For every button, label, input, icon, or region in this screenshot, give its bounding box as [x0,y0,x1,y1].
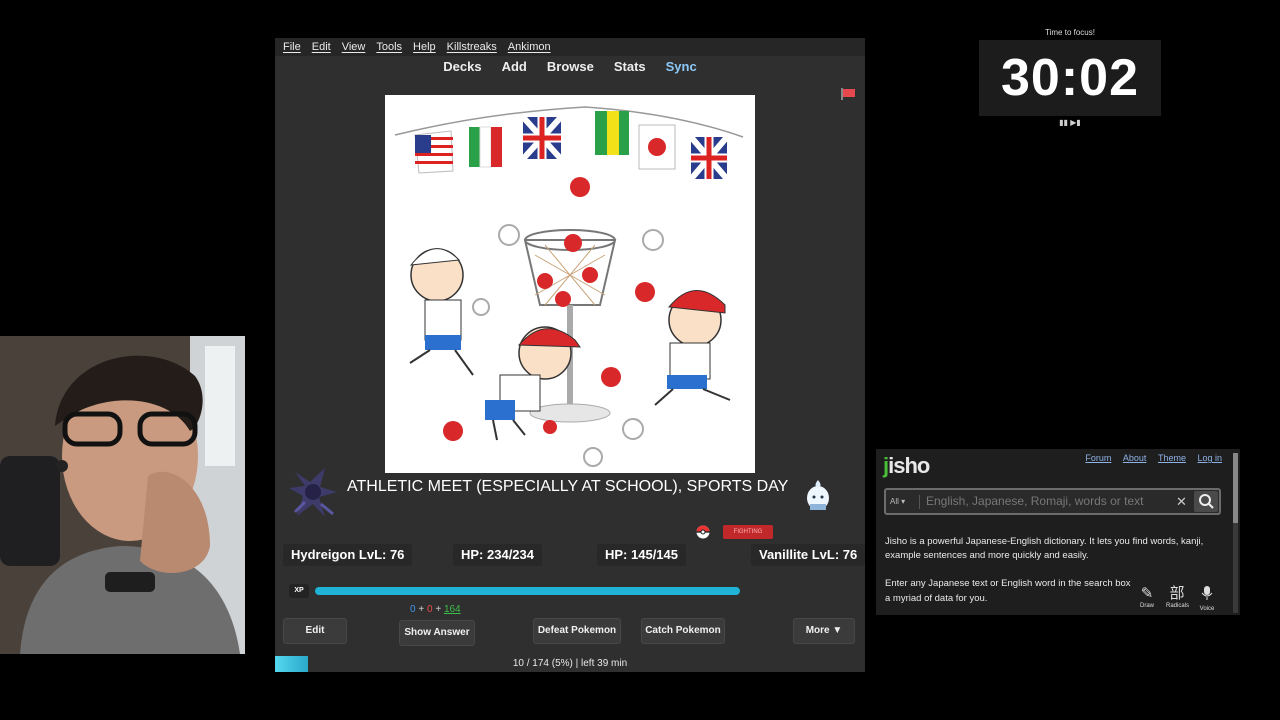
menu-view[interactable]: View [342,38,366,56]
show-answer-button[interactable]: Show Answer [399,620,475,646]
webcam-image [0,336,245,654]
sports-day-illustration [394,106,744,467]
menu-file[interactable]: File [283,38,301,56]
toolbar-sync[interactable]: Sync [666,56,697,78]
jisho-nav: Forum About Theme Log in [1076,453,1222,463]
enemy-type-badge: FIGHTING [723,525,773,539]
jisho-forum-link[interactable]: Forum [1085,453,1111,463]
clear-search-icon[interactable]: ✕ [1176,490,1187,513]
edit-button[interactable]: Edit [283,618,347,644]
review-status: 10 / 174 (5%) | left 39 min [512,658,628,669]
toolbar-decks[interactable]: Decks [443,56,481,78]
kid-middle [485,326,581,441]
webcam-feed [0,336,245,654]
hydreigon-sprite-icon [289,468,337,517]
card-answer-text: ATHLETIC MEET (ESPECIALLY AT SCHOOL), SP… [347,478,789,495]
defeat-pokemon-button[interactable]: Defeat Pokemon [533,618,621,644]
jisho-search-box: All ▾ English, Japanese, Romaji, words o… [884,488,1221,515]
jisho-intro-2: Enter any Japanese text or English word … [885,578,1131,589]
card-answer-row: ATHLETIC MEET (ESPECIALLY AT SCHOOL), SP… [285,462,845,522]
kid-right [654,290,731,406]
microphone-icon [1196,585,1218,606]
jisho-login-link[interactable]: Log in [1197,453,1222,463]
draw-tool[interactable]: ✎ Draw [1136,585,1158,613]
jisho-scrollbar[interactable] [1233,453,1238,613]
jisho-intro-2b: a myriad of data for you. [885,593,988,604]
toolbar-stats[interactable]: Stats [614,56,646,78]
timer-label: Time to focus! [1045,28,1095,37]
japan-flag-icon [638,124,676,170]
focus-timer: Time to focus! 30:02 ▮▮ ▶▮ [979,28,1161,127]
enemy-mon-level: Vanillite LvL: 76 [751,544,866,566]
jisho-logo[interactable]: jisho [883,453,930,479]
anki-window: File Edit View Tools Help Killstreaks An… [275,38,866,672]
menu-ankimon[interactable]: Ankimon [508,38,551,56]
red-flag-icon[interactable] [841,88,855,100]
more-button[interactable]: More ▼ [793,618,855,644]
timer-display: 30:02 [979,40,1161,116]
jisho-intro: Jisho is a powerful Japanese-English dic… [885,536,1204,561]
search-input[interactable]: English, Japanese, Romaji, words or text [926,490,1143,513]
us-flag-icon [414,130,454,174]
uk-flag-icon-2 [688,135,730,181]
main-toolbar: Decks Add Browse Stats Sync [275,56,865,78]
menu-killstreaks[interactable]: Killstreaks [447,38,497,56]
brazil-like-flag-icon [595,111,629,155]
search-button[interactable] [1194,491,1218,512]
jisho-panel: jisho Forum About Theme Log in All ▾ Eng… [876,449,1240,615]
player-mon-level: Hydreigon LvL: 76 [283,544,413,566]
italy-flag-icon [469,126,502,168]
review-count: 164 [443,604,461,615]
kid-left [409,248,474,376]
toolbar-add[interactable]: Add [502,56,527,78]
new-count: 0 [410,604,416,615]
pokeball-icon [696,525,710,539]
radicals-label: Radicals [1166,603,1190,609]
player-hp: HP: 234/234 [453,544,542,566]
count-plus: + [418,604,425,615]
xp-bar-fill [315,587,740,595]
uk-flag-icon [520,114,564,162]
enemy-hp: HP: 145/145 [597,544,686,566]
jisho-about-link[interactable]: About [1123,453,1147,463]
menu-help[interactable]: Help [413,38,436,56]
vanillite-sprite-icon [807,480,829,510]
voice-label: Voice [1199,606,1215,612]
menu-tools[interactable]: Tools [376,38,402,56]
catch-pokemon-button[interactable]: Catch Pokemon [641,618,725,644]
scrollbar-thumb[interactable] [1233,453,1238,523]
card-illustration [385,95,755,473]
menu-edit[interactable]: Edit [312,38,331,56]
search-scope-select[interactable]: All ▾ [890,495,920,509]
voice-tool[interactable]: Voice [1196,585,1218,613]
jisho-logo-rest: isho [888,453,930,478]
draw-label: Draw [1139,603,1154,609]
radicals-icon: 部 [1169,585,1185,602]
menu-bar: File Edit View Tools Help Killstreaks An… [275,38,865,56]
toolbar-browse[interactable]: Browse [547,56,594,78]
search-icon [1199,494,1214,509]
pause-skip-icon[interactable]: ▮▮ ▶▮ [979,118,1161,127]
jisho-theme-link[interactable]: Theme [1158,453,1186,463]
radicals-tool[interactable]: 部 Radicals [1166,585,1190,613]
draw-icon: ✎ [1140,585,1154,602]
learn-count: 0 [426,604,433,615]
due-counts: 0 + 0 + 164 [410,604,461,615]
xp-label: XP [289,584,309,598]
jisho-input-tools: ✎ Draw 部 Radicals Voice [1136,585,1226,613]
count-plus: + [435,604,442,615]
xp-bar [315,587,740,595]
